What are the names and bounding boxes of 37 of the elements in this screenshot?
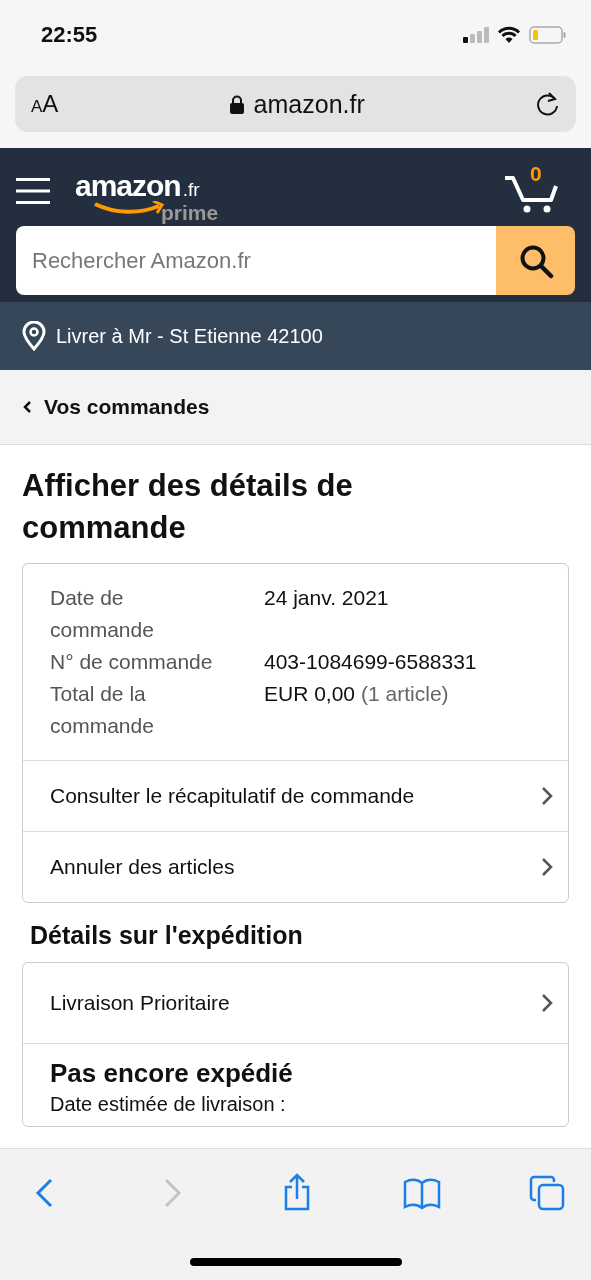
shipment-status: Pas encore expédié [50, 1058, 294, 1089]
search-button[interactable] [496, 226, 575, 295]
location-pin-icon [22, 321, 46, 351]
signal-icon [463, 27, 489, 43]
shipping-method-row[interactable]: Livraison Prioritaire [23, 963, 568, 1044]
battery-icon [529, 26, 567, 44]
text-size-button[interactable]: AA [31, 90, 59, 118]
section-heading: Détails sur l'expédition [30, 921, 304, 950]
tabs-icon[interactable] [527, 1173, 567, 1213]
delivery-location-bar[interactable]: Livrer à Mr - St Etienne 42100 [0, 302, 591, 370]
address-text: amazon.fr [253, 89, 365, 119]
reload-icon[interactable] [536, 91, 560, 117]
lock-icon [229, 94, 244, 114]
item-count: (1 article) [361, 681, 449, 707]
delivery-address: Livrer à Mr - St Etienne 42100 [56, 324, 323, 348]
estimate-label: Date estimée de livraison : [50, 1093, 287, 1116]
amazon-logo[interactable]: amazon.fr prime [75, 169, 225, 227]
chevron-left-icon [22, 400, 32, 414]
menu-icon[interactable] [16, 177, 50, 205]
order-action-row[interactable]: Annuler des articles [23, 832, 568, 902]
chevron-right-icon [540, 992, 554, 1014]
wifi-icon [497, 26, 521, 44]
info-label: N° de commande [50, 649, 214, 675]
status-time: 22:55 [41, 22, 98, 48]
info-label: Total de la commande [50, 681, 155, 739]
info-value: 24 janv. 2021 [264, 585, 389, 611]
info-value: EUR 0,00 [264, 681, 356, 707]
cart-button[interactable]: 0 [503, 168, 561, 214]
page-title: Afficher des détails de commande [22, 467, 354, 547]
back-link[interactable]: Vos commandes [22, 395, 210, 419]
search-field[interactable]: Rechercher Amazon.fr [16, 226, 496, 295]
chevron-right-icon [540, 785, 554, 807]
chevron-right-icon [540, 856, 554, 878]
order-action-row[interactable]: Consulter le récapitulatif de commande [23, 761, 568, 832]
info-label: Date de commande [50, 585, 155, 643]
info-value: 403-1084699-6588331 [264, 649, 477, 675]
address-bar[interactable]: AA amazon.fr [15, 76, 576, 132]
